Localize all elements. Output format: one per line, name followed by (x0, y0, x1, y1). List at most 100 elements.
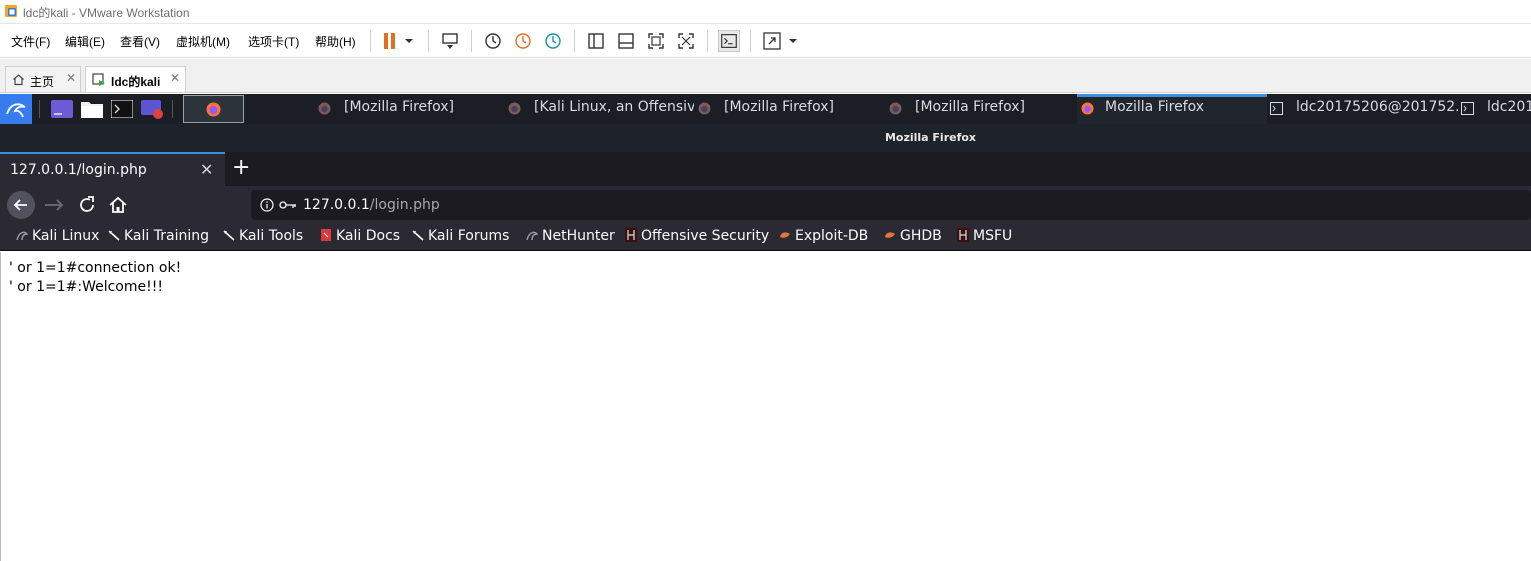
menu-vm[interactable]: 虚拟机(M) (176, 33, 230, 50)
taskbar-firefox-1[interactable]: [Mozilla Firefox] (318, 94, 498, 124)
menu-file[interactable]: 文件(F) (11, 33, 50, 50)
home-icon (13, 74, 24, 86)
bookmark-kali-tools[interactable]: Kali Tools (223, 228, 303, 244)
screen-recorder-icon[interactable] (141, 99, 164, 119)
terminal-icon (1270, 102, 1283, 115)
tab-login-php[interactable]: 127.0.0.1/login.php ✕ (0, 152, 225, 186)
reload-icon[interactable] (73, 191, 101, 219)
bookmark-nethunter[interactable]: NetHunter (526, 228, 615, 244)
taskbar-firefox-4[interactable]: [Mozilla Firefox] (889, 94, 1071, 124)
menu-help[interactable]: 帮助(H) (315, 33, 356, 50)
tab-home-label: 主页 (30, 75, 55, 89)
chevron-down-icon[interactable] (402, 30, 416, 52)
revert-snapshot-icon[interactable] (512, 30, 534, 52)
vmware-menu-bar: 文件(F) 编辑(E) 查看(V) 虚拟机(M) 选项卡(T) 帮助(H) (0, 24, 1531, 58)
stretch-guest-icon[interactable] (761, 30, 783, 52)
key-icon[interactable] (279, 199, 297, 211)
new-tab-icon[interactable]: + (232, 155, 250, 180)
ghdb-icon (885, 232, 895, 238)
kali-docs-icon (321, 229, 331, 241)
folder-icon[interactable] (81, 99, 103, 118)
bookmark-ghdb[interactable]: GHDB (884, 228, 942, 244)
firefox-icon (206, 102, 221, 117)
firefox-icon (508, 102, 521, 115)
bookmarks-toolbar: Kali Linux Kali Training Kali Tools Kali… (0, 224, 1531, 251)
offsec-icon (625, 228, 637, 242)
vmware-tab-bar: 主页 ✕ ldc的kali ✕ (0, 59, 1531, 93)
unity-mode-icon[interactable] (675, 30, 697, 52)
url-bar[interactable]: 127.0.0.1/login.php (251, 190, 1531, 220)
result-line-1: ' or 1=1#connection ok! (9, 260, 182, 276)
firefox-icon (318, 102, 331, 115)
tab-home[interactable]: 主页 ✕ (5, 66, 81, 92)
firefox-icon (1081, 102, 1094, 115)
tab-title: 127.0.0.1/login.php (10, 162, 147, 178)
taskbar-terminal-2[interactable]: ldc201 (1461, 94, 1531, 124)
sidebar-toggle-icon[interactable] (585, 30, 607, 52)
terminal-icon[interactable] (111, 100, 133, 118)
vmware-title-bar: ldc的kali - VMware Workstation (0, 0, 1531, 24)
workspace-1[interactable] (183, 95, 244, 123)
thumbnail-bar-icon[interactable] (615, 30, 637, 52)
home-icon[interactable] (104, 191, 132, 219)
bookmark-kali-linux[interactable]: Kali Linux (16, 228, 99, 244)
toolbar-divider (428, 30, 429, 52)
exploit-db-icon (780, 232, 790, 238)
bookmark-offensive-security[interactable]: Offensive Security (625, 228, 769, 244)
snapshot-icon[interactable] (482, 30, 504, 52)
kali-training-icon (108, 230, 120, 241)
panel-divider (39, 100, 40, 118)
kali-tools-icon (223, 230, 235, 241)
kali-menu-button[interactable] (0, 94, 32, 124)
msfu-icon (957, 228, 969, 242)
window-title: ldc的kali - VMware Workstation (23, 6, 190, 20)
kali-dragon-icon (16, 231, 28, 241)
info-icon[interactable] (260, 198, 274, 212)
taskbar-firefox-3[interactable]: [Mozilla Firefox] (698, 94, 882, 124)
url-text: 127.0.0.1/login.php (303, 197, 440, 213)
fullscreen-icon[interactable] (645, 30, 667, 52)
firefox-window-titlebar[interactable]: Mozilla Firefox (0, 124, 1531, 152)
bookmark-exploit-db[interactable]: Exploit-DB (779, 228, 868, 244)
pause-icon[interactable] (380, 30, 402, 52)
taskbar-terminal-1[interactable]: ldc20175206@201752... (1270, 94, 1458, 124)
console-view-icon[interactable] (718, 30, 740, 52)
kali-dragon-icon (6, 103, 26, 118)
firefox-icon (698, 102, 711, 115)
url-path: /login.php (369, 197, 440, 213)
taskbar-firefox-active[interactable]: Mozilla Firefox (1077, 94, 1267, 124)
kali-panel: [Mozilla Firefox] [Kali Linux, an Offens… (0, 94, 1531, 124)
tab-vm[interactable]: ldc的kali ✕ (85, 66, 186, 92)
toolbar-divider (707, 30, 708, 52)
firefox-icon (889, 102, 902, 115)
back-arrow-icon (13, 199, 27, 211)
toolbar-divider (370, 30, 371, 52)
bookmark-msfu[interactable]: MSFU (957, 228, 1012, 244)
bookmark-kali-forums[interactable]: Kali Forums (412, 228, 509, 244)
back-button[interactable] (7, 191, 35, 219)
chevron-down-icon[interactable] (786, 30, 800, 52)
firefox-nav-bar: 127.0.0.1/login.php (0, 186, 1531, 224)
panel-divider (172, 100, 173, 118)
desktop-icon[interactable] (51, 100, 73, 118)
snapshot-manager-icon[interactable] (542, 30, 564, 52)
menu-tabs[interactable]: 选项卡(T) (248, 33, 299, 50)
close-icon[interactable]: ✕ (66, 71, 76, 85)
vmware-logo-icon (5, 5, 17, 17)
kali-forums-icon (412, 230, 424, 241)
firefox-tab-strip: 127.0.0.1/login.php ✕ + (0, 152, 1531, 186)
nethunter-icon (526, 231, 538, 241)
url-host: 127.0.0.1 (303, 197, 370, 213)
close-icon[interactable]: ✕ (170, 71, 180, 85)
toolbar-divider (750, 30, 751, 52)
terminal-icon (1461, 102, 1474, 115)
close-icon[interactable]: ✕ (200, 160, 213, 179)
taskbar-firefox-2[interactable]: [Kali Linux, an Offensiv... (508, 94, 694, 124)
send-ctrl-alt-del-icon[interactable] (439, 30, 461, 52)
bookmark-kali-training[interactable]: Kali Training (108, 228, 209, 244)
forward-arrow-icon[interactable] (40, 191, 68, 219)
toolbar-divider (574, 30, 575, 52)
menu-view[interactable]: 查看(V) (120, 33, 160, 50)
bookmark-kali-docs[interactable]: Kali Docs (320, 228, 400, 244)
menu-edit[interactable]: 编辑(E) (65, 33, 105, 50)
